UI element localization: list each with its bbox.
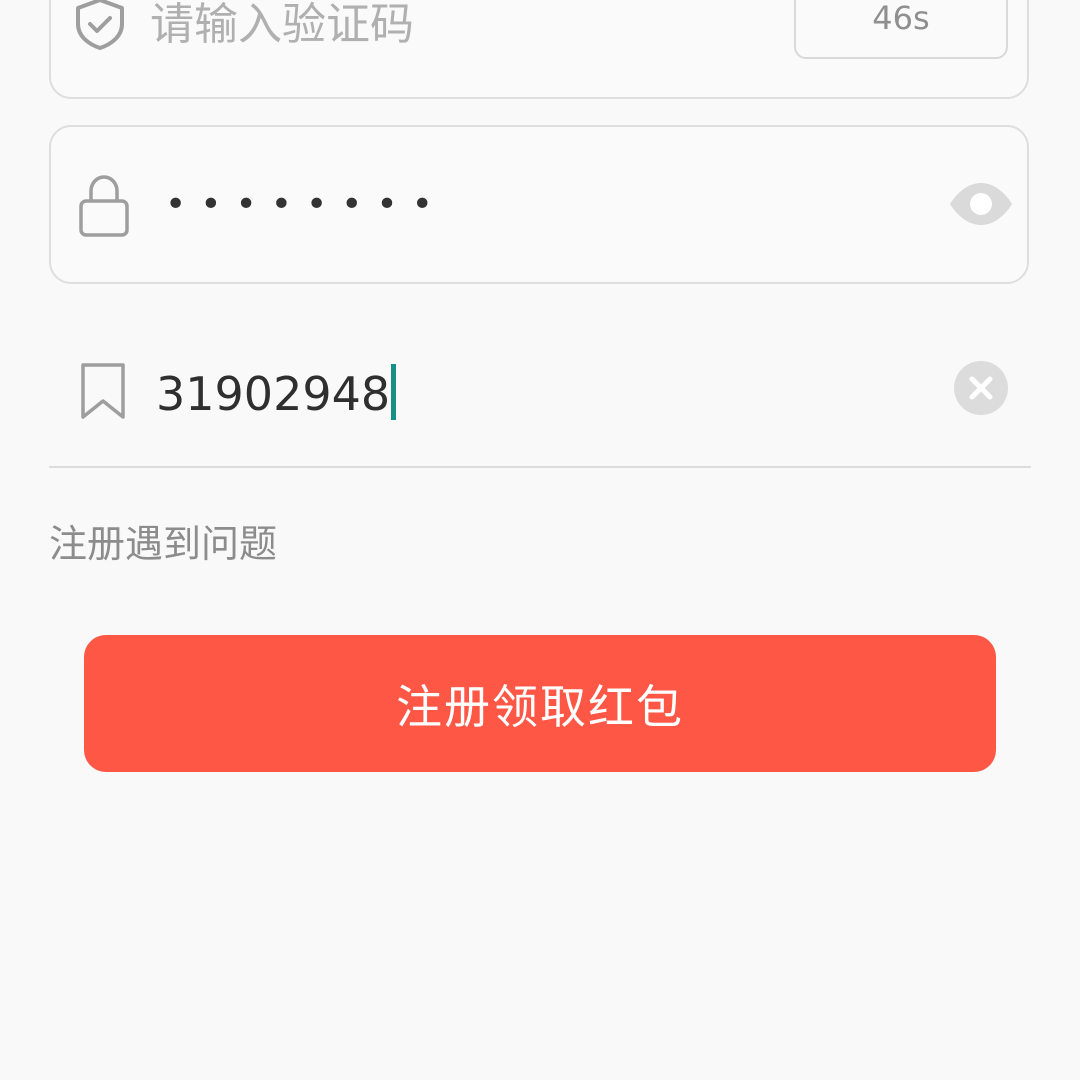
invite-code-value[interactable]: 31902948 (156, 364, 397, 421)
verification-code-placeholder[interactable]: 请输入验证码 (150, 3, 414, 47)
register-button[interactable]: 注册领取红包 (84, 635, 996, 772)
countdown-label: 46s (872, 0, 930, 37)
password-field[interactable]: •••••••• (49, 125, 1029, 284)
eye-icon[interactable] (948, 182, 1014, 230)
bookmark-icon (81, 363, 125, 423)
invite-code-text: 31902948 (156, 367, 391, 421)
invite-code-field[interactable]: 31902948 (49, 330, 1031, 468)
verification-code-field[interactable]: 请输入验证码 46s (49, 0, 1029, 99)
text-cursor (391, 364, 397, 420)
lock-icon (79, 175, 129, 241)
registration-help-link[interactable]: 注册遇到问题 (49, 525, 277, 563)
clear-icon[interactable] (954, 361, 1008, 419)
countdown-button[interactable]: 46s (794, 0, 1008, 59)
shield-check-icon (74, 0, 126, 54)
password-value[interactable]: •••••••• (165, 187, 447, 223)
